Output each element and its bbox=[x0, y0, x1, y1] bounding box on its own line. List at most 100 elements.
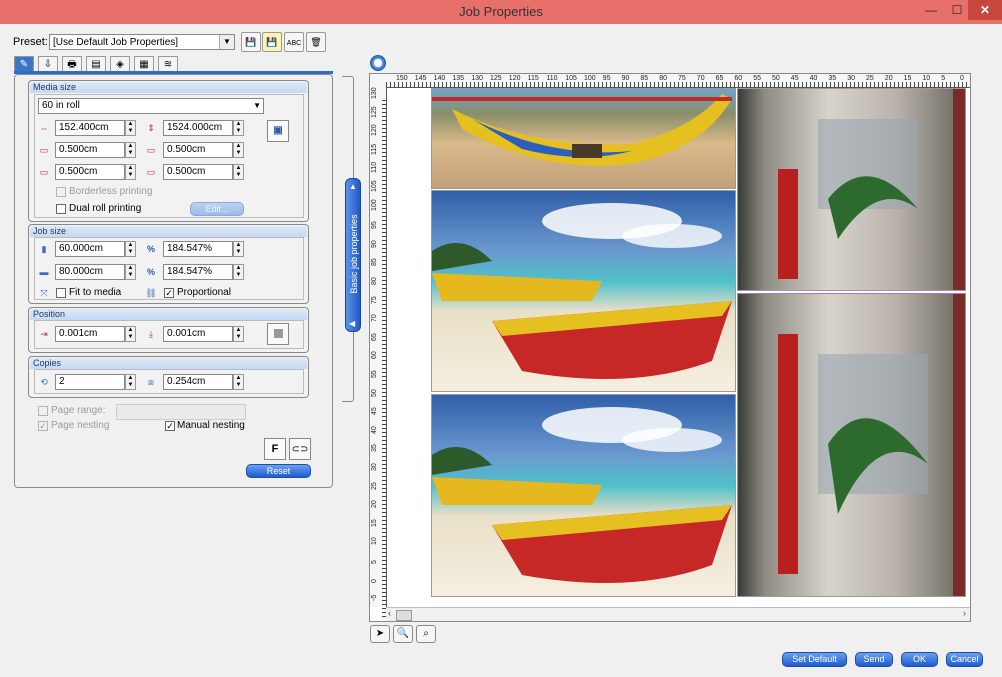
zoom-fit-tool-button[interactable]: ⌕ bbox=[416, 625, 436, 643]
ruler-tick-label: 145 bbox=[414, 75, 427, 82]
ruler-tick-label: 70 bbox=[371, 314, 378, 323]
margin-right-stepper[interactable]: ▲ ▼ bbox=[233, 142, 244, 158]
print-image-tile[interactable] bbox=[431, 88, 736, 189]
position-y-stepper[interactable]: ▲ ▼ bbox=[233, 326, 244, 342]
scale-x-input[interactable]: 184.547% bbox=[163, 241, 233, 257]
roll-value: 60 in roll bbox=[42, 100, 80, 111]
alignment-button[interactable] bbox=[267, 323, 289, 345]
ruler-tick-label: 60 bbox=[371, 351, 378, 360]
basic-job-properties-tab[interactable]: ▲ Basic job properties ◀ bbox=[345, 178, 361, 332]
pointer-tool-button[interactable]: ➤ bbox=[370, 625, 390, 643]
minimize-button[interactable]: — bbox=[919, 0, 943, 20]
window-title: Job Properties bbox=[459, 4, 543, 19]
close-button[interactable]: ✕ bbox=[968, 0, 1002, 20]
job-properties-icon: ✎ bbox=[19, 59, 29, 70]
preset-dropdown[interactable]: [Use Default Job Properties] ▼ bbox=[49, 34, 235, 50]
print-image-tile[interactable] bbox=[737, 293, 966, 597]
scrollbar-thumb[interactable] bbox=[396, 610, 412, 621]
roll-dropdown[interactable]: 60 in roll ▼ bbox=[38, 98, 264, 114]
print-image-tile[interactable] bbox=[431, 190, 736, 392]
reset-button[interactable]: Reset bbox=[246, 464, 311, 478]
margin-right-input[interactable]: 0.500cm bbox=[163, 142, 233, 158]
manual-nesting-checkbox[interactable]: ✓ bbox=[165, 421, 175, 431]
scale-y-stepper[interactable]: ▲ ▼ bbox=[233, 264, 244, 280]
media-info-button[interactable]: ▣ bbox=[267, 120, 289, 142]
maximize-button[interactable]: ☐ bbox=[945, 0, 969, 20]
cancel-button[interactable]: Cancel bbox=[946, 652, 983, 667]
zoom-tool-button[interactable]: 🔍 bbox=[393, 625, 413, 643]
margin-top-icon: ▭ bbox=[39, 167, 49, 177]
copies-input[interactable]: 2 bbox=[55, 374, 125, 390]
job-width-input[interactable]: 60.000cm bbox=[55, 241, 125, 257]
link-icon: ⊂⊃ bbox=[291, 444, 309, 455]
tab-job-properties[interactable]: ✎ bbox=[14, 56, 34, 72]
copy-gap-input[interactable]: 0.254cm bbox=[163, 374, 233, 390]
media-length-input[interactable]: 1524.000cm bbox=[163, 120, 233, 136]
preset-value: [Use Default Job Properties] bbox=[53, 37, 179, 48]
margin-top-input[interactable]: 0.500cm bbox=[55, 164, 125, 180]
ruler-tick-label: 10 bbox=[922, 75, 931, 82]
print-preview[interactable]: 150 145 140 135 130 125 120 115 110 105 100 95 90 85 8… bbox=[369, 73, 971, 622]
tab-import[interactable]: ⇩ bbox=[38, 56, 58, 72]
dual-roll-checkbox[interactable] bbox=[56, 204, 66, 214]
media-width-stepper[interactable]: ▲ ▼ bbox=[125, 120, 136, 136]
ok-button[interactable]: OK bbox=[901, 652, 938, 667]
media-info-icon: ▣ bbox=[273, 125, 283, 136]
print-image-tile[interactable] bbox=[431, 394, 736, 597]
set-default-button[interactable]: Set Default bbox=[782, 652, 847, 667]
scale-x-stepper[interactable]: ▲ ▼ bbox=[233, 241, 244, 257]
margin-bottom-input[interactable]: 0.500cm bbox=[163, 164, 233, 180]
font-button[interactable]: F bbox=[264, 438, 286, 460]
tab-color-adjust[interactable]: ◈ bbox=[110, 56, 130, 72]
media-size-title: Media size bbox=[30, 82, 307, 93]
media-length-stepper[interactable]: ▲ ▼ bbox=[233, 120, 244, 136]
horizontal-scrollbar[interactable]: ‹ › bbox=[386, 607, 970, 621]
tab-print-head[interactable]: ▤ bbox=[86, 56, 106, 72]
save-as-preset-button[interactable]: 💾 bbox=[262, 32, 282, 52]
edit-button[interactable]: Edit... bbox=[190, 202, 244, 216]
copy-gap-stepper[interactable]: ▲ ▼ bbox=[233, 374, 244, 390]
margin-left-stepper[interactable]: ▲ ▼ bbox=[125, 142, 136, 158]
history-icon[interactable] bbox=[370, 55, 386, 71]
job-height-stepper[interactable]: ▲ ▼ bbox=[125, 264, 136, 280]
tab-color-palette[interactable]: ▦ bbox=[134, 56, 154, 72]
margin-bottom-icon: ▭ bbox=[146, 167, 156, 177]
ruler-tick-label: 50 bbox=[371, 388, 378, 397]
page-nesting-checkbox[interactable]: ✓ bbox=[38, 421, 48, 431]
ruler-horizontal: 150 145 140 135 130 125 120 115 110 105 100 95 90 85 8… bbox=[370, 74, 970, 88]
position-x-input[interactable]: 0.001cm bbox=[55, 326, 125, 342]
ruler-tick-label: 25 bbox=[371, 481, 378, 490]
ruler-tick-label: 85 bbox=[371, 258, 378, 267]
media-width-input[interactable]: 152.400cm bbox=[55, 120, 125, 136]
tab-layers[interactable]: ≋ bbox=[158, 56, 178, 72]
margin-top-stepper[interactable]: ▲ ▼ bbox=[125, 164, 136, 180]
manual-nesting-label: Manual nesting bbox=[177, 420, 245, 431]
position-x-icon: ⇥ bbox=[40, 329, 48, 339]
page-range-input[interactable] bbox=[116, 404, 246, 420]
basic-job-properties-label: Basic job properties bbox=[349, 214, 359, 294]
import-icon: ⇩ bbox=[43, 59, 53, 70]
ruler-tick-label: 120 bbox=[371, 124, 378, 137]
rename-preset-button[interactable]: ABC bbox=[284, 32, 304, 52]
job-height-input[interactable]: 80.000cm bbox=[55, 264, 125, 280]
print-image-tile[interactable] bbox=[737, 88, 966, 291]
link-button[interactable]: ⊂⊃ bbox=[289, 438, 311, 460]
pointer-icon: ➤ bbox=[375, 628, 385, 639]
delete-preset-button[interactable]: 🗑 bbox=[306, 32, 326, 52]
margin-bottom-stepper[interactable]: ▲ ▼ bbox=[233, 164, 244, 180]
position-x-stepper[interactable]: ▲ ▼ bbox=[125, 326, 136, 342]
fit-to-media-checkbox[interactable] bbox=[56, 288, 66, 298]
margin-left-input[interactable]: 0.500cm bbox=[55, 142, 125, 158]
position-y-input[interactable]: 0.001cm bbox=[163, 326, 233, 342]
page-range-checkbox[interactable] bbox=[38, 406, 48, 416]
save-preset-button[interactable]: 💾 bbox=[241, 32, 261, 52]
job-width-stepper[interactable]: ▲ ▼ bbox=[125, 241, 136, 257]
copies-stepper[interactable]: ▲ ▼ bbox=[125, 374, 136, 390]
printer-icon: 🖶 bbox=[67, 59, 77, 70]
proportional-checkbox[interactable]: ✓ bbox=[164, 288, 174, 298]
send-button[interactable]: Send bbox=[855, 652, 893, 667]
tab-printer[interactable]: 🖶 bbox=[62, 56, 82, 72]
borderless-checkbox[interactable] bbox=[56, 187, 66, 197]
ruler-tick-label: 130 bbox=[471, 75, 483, 82]
scale-y-input[interactable]: 184.547% bbox=[163, 264, 233, 280]
